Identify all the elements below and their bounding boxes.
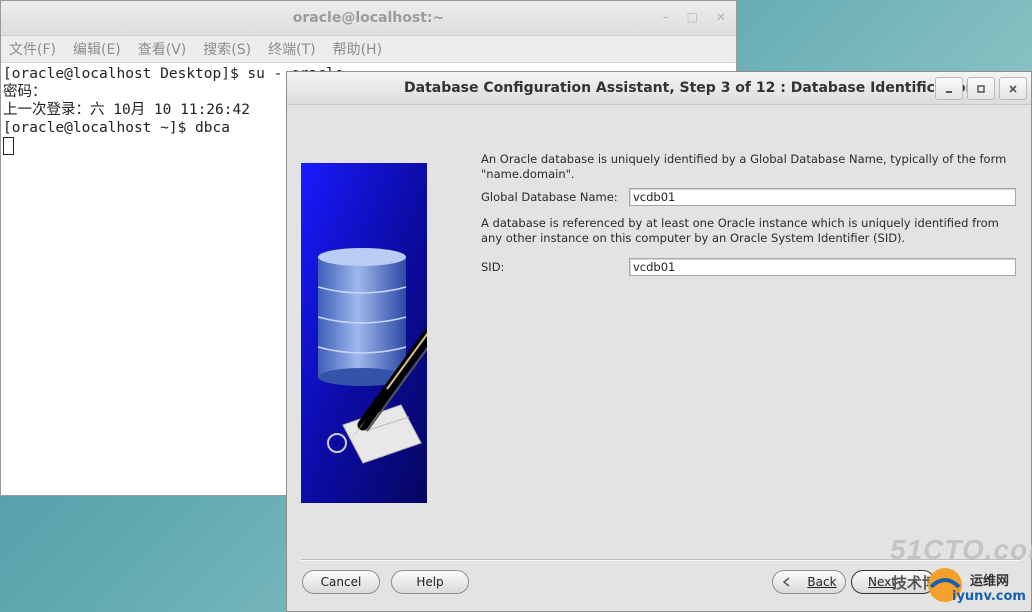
watermark-url: iyunv.com — [952, 589, 1026, 604]
maximize-icon[interactable]: □ — [687, 10, 698, 24]
watermark-site-cn: 运维网 — [970, 574, 1010, 589]
close-icon — [1009, 84, 1017, 93]
sid-intro-text: A database is referenced by at least one… — [481, 216, 999, 245]
minimize-icon[interactable]: – — [663, 10, 669, 24]
terminal-titlebar[interactable]: oracle@localhost:~ – □ ✕ — [1, 1, 736, 36]
cancel-button[interactable]: Cancel — [302, 570, 380, 594]
back-button-label: Back — [807, 575, 837, 589]
help-button[interactable]: Help — [391, 570, 469, 594]
global-db-name-label: Global Database Name: — [481, 190, 618, 204]
dialog-titlebar[interactable]: Database Configuration Assistant, Step 3… — [287, 72, 1031, 105]
minimize-button[interactable] — [935, 77, 963, 100]
database-illustration — [301, 163, 427, 503]
back-button[interactable]: Back — [772, 570, 846, 594]
terminal-title: oracle@localhost:~ — [292, 10, 445, 26]
minimize-icon — [946, 90, 952, 93]
help-button-label: Help — [416, 575, 444, 589]
menu-terminal[interactable]: 终端(T) — [268, 39, 315, 59]
close-button[interactable] — [999, 77, 1027, 100]
sid-input[interactable] — [629, 258, 1016, 276]
database-icon — [317, 248, 407, 386]
cancel-button-label: Cancel — [320, 575, 362, 589]
chevron-left-icon — [783, 577, 790, 587]
global-db-name-input[interactable] — [629, 188, 1016, 206]
sid-label: SID: — [481, 260, 505, 274]
maximize-icon — [977, 84, 985, 93]
menu-search[interactable]: 搜索(S) — [203, 39, 251, 59]
dbca-dialog: Database Configuration Assistant, Step 3… — [286, 71, 1032, 612]
menu-file[interactable]: 文件(F) — [9, 39, 56, 59]
identification-form: An Oracle database is uniquely identifie… — [481, 152, 1021, 276]
dialog-title: Database Configuration Assistant, Step 3… — [404, 80, 976, 96]
menu-help[interactable]: 帮助(H) — [333, 39, 382, 59]
close-icon[interactable]: ✕ — [716, 10, 726, 24]
menu-view[interactable]: 查看(V) — [138, 39, 187, 59]
terminal-menubar: 文件(F) 编辑(E) 查看(V) 搜索(S) 终端(T) 帮助(H) — [1, 36, 736, 63]
terminal-cursor — [3, 137, 14, 155]
intro-text: An Oracle database is uniquely identifie… — [481, 152, 1007, 181]
watermark-brand: 51CTO.com — [890, 534, 1032, 565]
maximize-button[interactable] — [967, 77, 995, 100]
menu-edit[interactable]: 编辑(E) — [73, 39, 121, 59]
